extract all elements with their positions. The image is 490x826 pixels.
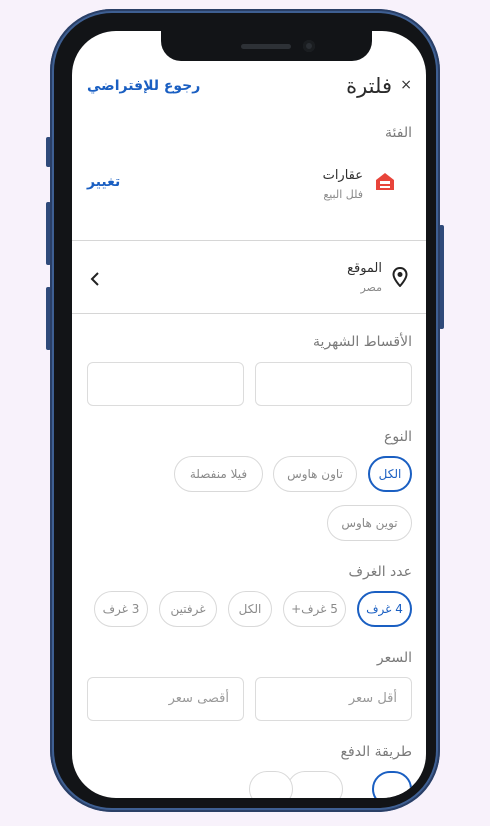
phone-frame: × فلترة رجوع للإفتراضي الفئة عقارات فلل … bbox=[50, 9, 440, 812]
speaker-grill bbox=[241, 44, 291, 49]
phone-bezel: × فلترة رجوع للإفتراضي الفئة عقارات فلل … bbox=[54, 13, 436, 808]
location-label: الموقع bbox=[347, 261, 382, 276]
rooms-chip-4[interactable]: 4 غرف bbox=[357, 591, 412, 627]
change-category-button[interactable]: تغيير bbox=[87, 174, 120, 190]
reset-default-button[interactable]: رجوع للإفتراضي bbox=[87, 78, 200, 94]
price-label: السعر bbox=[376, 650, 412, 666]
category-name: عقارات bbox=[322, 168, 363, 183]
category-section-label: الفئة bbox=[385, 125, 412, 141]
min-price-input[interactable]: أقل سعر bbox=[255, 677, 412, 721]
real-estate-icon bbox=[374, 170, 396, 192]
payment-chip-partial[interactable] bbox=[372, 771, 412, 798]
front-camera bbox=[303, 40, 315, 52]
rooms-label: عدد الغرف bbox=[348, 564, 412, 580]
installments-label: الأقساط الشهرية bbox=[313, 334, 412, 350]
type-chip-all[interactable]: الكل bbox=[368, 456, 412, 492]
phone-screen: × فلترة رجوع للإفتراضي الفئة عقارات فلل … bbox=[72, 31, 426, 798]
filter-screen: × فلترة رجوع للإفتراضي الفئة عقارات فلل … bbox=[72, 31, 426, 798]
type-chip-standalone-villa[interactable]: فيلا منفصلة bbox=[174, 456, 263, 492]
installments-from-input[interactable] bbox=[255, 362, 412, 406]
divider bbox=[72, 313, 426, 314]
payment-chip-partial[interactable] bbox=[287, 771, 343, 798]
chevron-left-icon bbox=[90, 271, 100, 286]
rooms-chip-2[interactable]: غرفتين bbox=[159, 591, 217, 627]
location-pin-icon bbox=[392, 266, 408, 288]
phone-notch bbox=[161, 31, 372, 61]
rooms-chip-5plus[interactable]: 5 غرف+ bbox=[283, 591, 346, 627]
max-price-input[interactable]: أقصى سعر bbox=[87, 677, 244, 721]
type-label: النوع bbox=[384, 429, 412, 445]
page-title: فلترة bbox=[346, 74, 392, 98]
location-row[interactable]: الموقع مصر bbox=[72, 241, 426, 313]
type-chip-townhouse[interactable]: تاون هاوس bbox=[273, 456, 357, 492]
payment-method-label: طريقة الدفع bbox=[340, 744, 412, 760]
category-subname: فلل البيع bbox=[323, 188, 363, 201]
location-value: مصر bbox=[360, 281, 382, 294]
payment-chip-partial[interactable] bbox=[249, 771, 293, 798]
type-chip-twinhouse[interactable]: توين هاوس bbox=[327, 505, 412, 541]
rooms-chip-all[interactable]: الكل bbox=[228, 591, 272, 627]
rooms-chip-3[interactable]: 3 غرف bbox=[94, 591, 148, 627]
installments-to-input[interactable] bbox=[87, 362, 244, 406]
close-icon[interactable]: × bbox=[400, 77, 412, 93]
